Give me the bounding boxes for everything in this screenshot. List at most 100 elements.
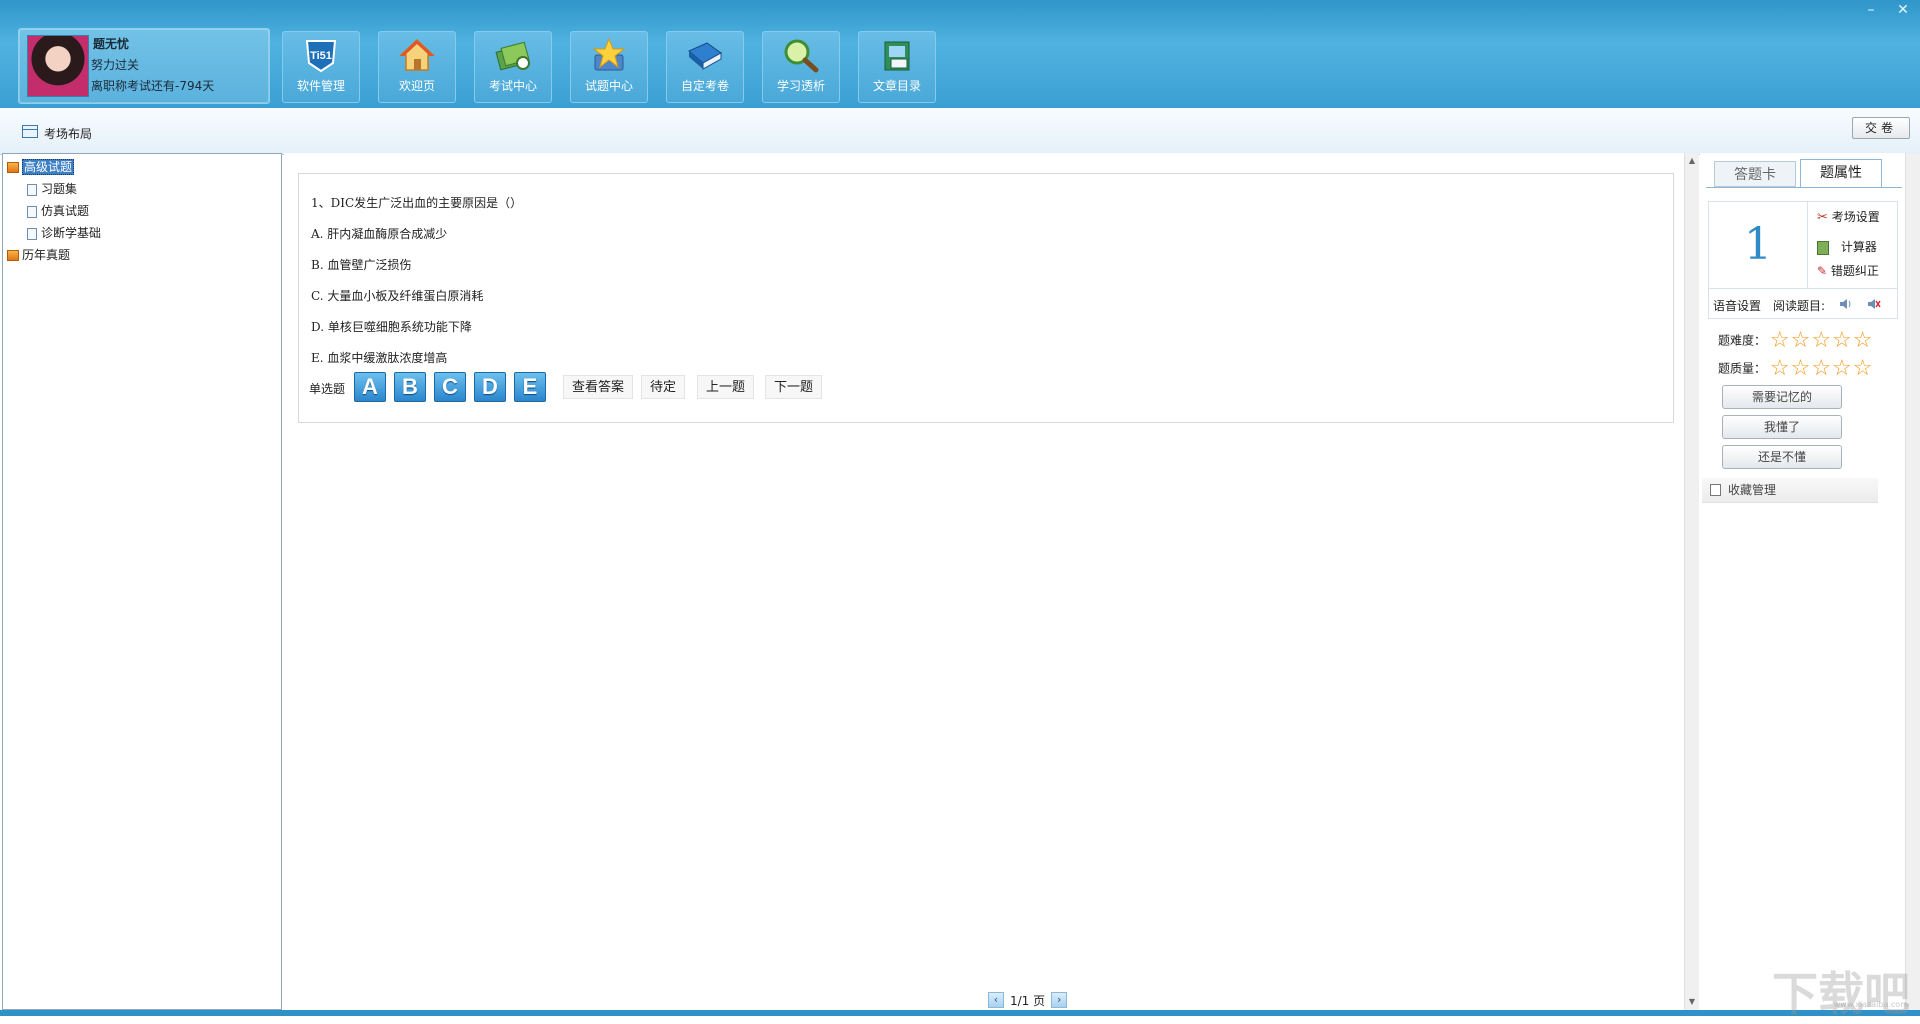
nav-custom-paper[interactable]: 自定考卷: [666, 31, 744, 103]
star-icon[interactable]: ☆: [1853, 358, 1873, 380]
voice-settings-row: 语音设置 阅读题目:: [1709, 288, 1897, 319]
question-card: 1、DIC发生广泛出血的主要原因是（） A. 肝内凝血酶原合成减少 B. 血管壁…: [298, 173, 1674, 423]
tool-label: 考场设置: [1831, 210, 1880, 224]
answer-b-button[interactable]: B: [394, 372, 426, 402]
difficulty-label: 题难度：: [1718, 333, 1767, 348]
calculator-button[interactable]: 计算器: [1817, 238, 1877, 255]
user-profile-card: 题无忧 努力过关 离职称考试还有-794天: [18, 28, 270, 104]
star-icon[interactable]: ☆: [1791, 330, 1811, 352]
star-icon[interactable]: ☆: [1811, 358, 1831, 380]
star-icon[interactable]: ☆: [1832, 358, 1852, 380]
star-icon[interactable]: ☆: [1853, 330, 1873, 352]
star-icon[interactable]: ☆: [1811, 330, 1831, 352]
tree-item-exercises[interactable]: 习题集: [27, 180, 77, 198]
previous-page-icon[interactable]: ‹: [988, 992, 1004, 1008]
speaker-mute-icon[interactable]: [1867, 298, 1881, 310]
next-question-button[interactable]: 下一题: [765, 375, 823, 399]
nav-label: 自定考卷: [680, 79, 729, 93]
avatar: [27, 35, 89, 97]
need-memorize-button[interactable]: 需要记忆的: [1722, 385, 1842, 409]
book-icon: [688, 42, 722, 70]
right-scrollbar[interactable]: [1905, 153, 1920, 1010]
star-icon[interactable]: ☆: [1791, 358, 1811, 380]
read-question-label: 阅读题目:: [1773, 299, 1826, 313]
tree-item-advanced[interactable]: 高级试题: [7, 158, 75, 176]
quality-rating: 题质量： ☆☆☆☆☆: [1718, 358, 1874, 380]
favorites-manager[interactable]: 收藏管理: [1702, 478, 1878, 503]
answer-a-button[interactable]: A: [354, 372, 386, 402]
question-stem: 1、DIC发生广泛出血的主要原因是（）: [311, 196, 523, 210]
category-tree: 高级试题 习题集 仿真试题 诊断学基础 历年真题: [2, 153, 282, 1010]
tree-item-past-exams[interactable]: 历年真题: [7, 246, 70, 264]
user-motto: 努力过关: [91, 58, 140, 72]
nav-software-management[interactable]: Ti51 软件管理: [282, 31, 360, 103]
tree-item-label: 高级试题: [22, 159, 75, 175]
tab-question-properties[interactable]: 题属性: [1800, 159, 1882, 187]
minimize-icon[interactable]: –: [1862, 2, 1880, 18]
tree-item-diagnostics[interactable]: 诊断学基础: [27, 224, 101, 242]
toolbar: 考场布局: [0, 108, 1920, 155]
previous-question-button[interactable]: 上一题: [697, 375, 755, 399]
answer-c-button[interactable]: C: [434, 372, 466, 402]
folder-icon: [7, 250, 19, 261]
option-b: B. 血管壁广泛损伤: [311, 258, 412, 272]
exam-settings-button[interactable]: ✂ 考场设置: [1817, 208, 1880, 225]
answer-d-button[interactable]: D: [474, 372, 506, 402]
tab-divider: [1706, 187, 1902, 188]
difficulty-rating: 题难度： ☆☆☆☆☆: [1718, 330, 1874, 352]
error-correction-button[interactable]: ✎ 错题纠正: [1817, 262, 1879, 279]
magnifier-icon: [784, 39, 819, 73]
tab-answer-card[interactable]: 答题卡: [1714, 161, 1796, 187]
title-bar: – ✕ 题无忧 努力过关 离职称考试还有-794天 Ti51 软件管理 欢迎页 …: [0, 0, 1920, 108]
nav-welcome[interactable]: 欢迎页: [378, 31, 456, 103]
home-icon: [399, 38, 435, 71]
still-confused-button[interactable]: 还是不懂: [1722, 445, 1842, 469]
calculator-icon: [1817, 240, 1829, 255]
option-d: D. 单核巨噬细胞系统功能下降: [311, 320, 472, 334]
tool-label: 计算器: [1840, 240, 1877, 254]
tree-item-label: 历年真题: [22, 248, 71, 262]
star-icon[interactable]: ☆: [1770, 358, 1790, 380]
nav-question-center[interactable]: 试题中心: [570, 31, 648, 103]
page-icon: [27, 183, 37, 196]
window-controls: – ✕: [1862, 2, 1912, 18]
voice-settings-link[interactable]: 语音设置: [1713, 297, 1761, 314]
watermark: 下载吧: [1772, 967, 1910, 1021]
tree-item-label: 诊断学基础: [41, 226, 102, 240]
star-icon[interactable]: ☆: [1770, 330, 1790, 352]
star-folder-icon: [592, 37, 626, 71]
understood-button[interactable]: 我懂了: [1722, 415, 1842, 439]
pencil-icon: ✎: [1817, 264, 1828, 278]
nav-label: 软件管理: [296, 79, 345, 93]
option-a: A. 肝内凝血酶原合成减少: [311, 227, 448, 241]
ti51-logo-icon: Ti51: [305, 40, 337, 73]
answer-e-button[interactable]: E: [514, 372, 546, 402]
quality-label: 题质量：: [1718, 361, 1767, 376]
nav-article-catalog[interactable]: 文章目录: [858, 31, 936, 103]
page-icon: [27, 227, 37, 240]
speaker-on-icon[interactable]: [1839, 298, 1853, 310]
question-properties-panel: 答题卡 题属性 1 ✂ 考场设置 计算器 ✎ 错题纠正 语音设置 阅读题目: 题…: [1700, 153, 1920, 1010]
submit-paper-button[interactable]: 交卷: [1852, 117, 1910, 139]
pending-button[interactable]: 待定: [641, 375, 686, 399]
article-icon: [884, 41, 910, 71]
status-bar: [0, 1010, 1920, 1016]
nav-exam-center[interactable]: 考试中心: [474, 31, 552, 103]
scroll-up-icon[interactable]: ▲: [1688, 157, 1696, 165]
nav-study-analysis[interactable]: 学习透析: [762, 31, 840, 103]
exam-center-icon: [495, 41, 530, 71]
view-answer-button[interactable]: 查看答案: [563, 375, 634, 399]
tree-item-simulation[interactable]: 仿真试题: [27, 202, 89, 220]
scroll-down-icon[interactable]: ▼: [1688, 998, 1696, 1006]
favorites-icon: [1710, 484, 1721, 496]
exam-layout-label[interactable]: 考场布局: [44, 125, 92, 142]
nav-label: 考试中心: [488, 79, 537, 93]
question-area: 1、DIC发生广泛出血的主要原因是（） A. 肝内凝血酶原合成减少 B. 血管壁…: [284, 153, 1684, 1010]
tree-item-label: 仿真试题: [41, 204, 90, 218]
vertical-scrollbar[interactable]: ▲ ▼: [1684, 153, 1699, 1010]
star-icon[interactable]: ☆: [1832, 330, 1852, 352]
next-page-icon[interactable]: ›: [1051, 992, 1068, 1008]
tree-item-label: 习题集: [41, 182, 78, 196]
pager: ‹ 1/1 页 ›: [988, 992, 1068, 1008]
close-icon[interactable]: ✕: [1894, 2, 1912, 18]
